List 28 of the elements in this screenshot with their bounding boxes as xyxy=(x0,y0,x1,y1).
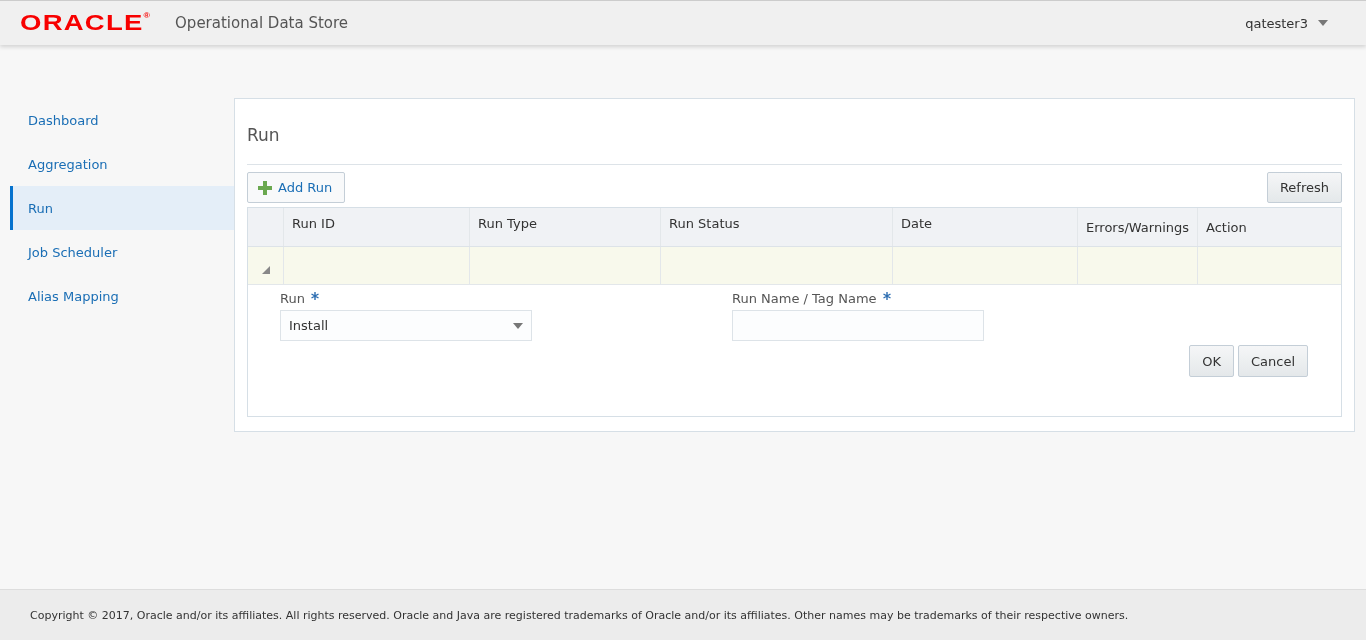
oracle-logo: ORACLE$^{®}$ xyxy=(20,12,152,34)
plus-icon xyxy=(258,180,272,195)
column-header: Run ID xyxy=(292,216,335,231)
column-header: Run Type xyxy=(478,216,537,231)
column-header: Errors/Warnings xyxy=(1086,220,1190,235)
nav-item[interactable]: Job Scheduler xyxy=(10,230,234,274)
nav-item[interactable]: Dashboard xyxy=(10,98,234,142)
refresh-button[interactable]: Refresh xyxy=(1266,172,1342,203)
copyright-text: Copyright © 2017, Oracle and/or its affiliates. All rights reserved. Oracle and Java are registered trademarks of Oracle and/or its affiliates. Other names may be trademarks of their respective owners. xyxy=(30,608,1129,622)
field-label: Run xyxy=(280,291,305,306)
column-header: Date xyxy=(901,216,933,231)
add-run-button[interactable]: Add Run xyxy=(247,172,346,203)
ok-button[interactable]: OK xyxy=(1189,345,1234,377)
app-title: Operational Data Store xyxy=(175,14,349,32)
column-header: Action xyxy=(1206,220,1247,235)
panel-title: Run xyxy=(247,99,1342,165)
user-menu[interactable]: qatester3 xyxy=(1245,15,1328,31)
input-field[interactable] xyxy=(732,310,984,341)
caret-icon xyxy=(1318,20,1328,26)
nav-item[interactable]: Run xyxy=(10,186,234,230)
nav-item[interactable]: Aggregation xyxy=(10,142,234,186)
run-type-dropdown[interactable]: Install xyxy=(280,310,532,341)
column-header: Run Status xyxy=(669,216,740,231)
expand-toggle[interactable] xyxy=(261,265,270,274)
caret-icon xyxy=(513,322,523,329)
cancel-button[interactable]: Cancel xyxy=(1237,345,1308,377)
field-label: Run Name / Tag Name xyxy=(732,291,877,306)
nav-item[interactable]: Alias Mapping xyxy=(10,274,234,318)
